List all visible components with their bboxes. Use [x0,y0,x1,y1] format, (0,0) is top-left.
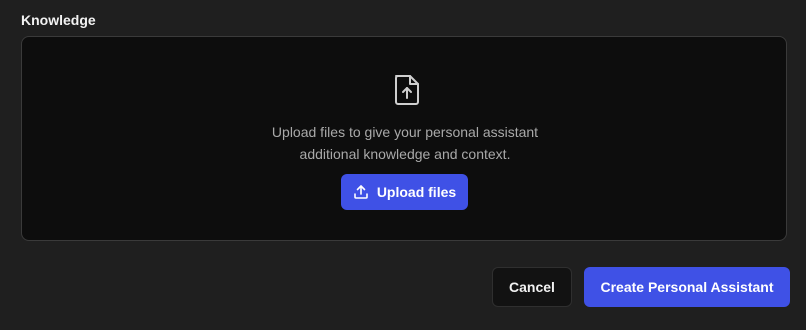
file-upload-icon [395,75,419,105]
hint-line-1: Upload files to give your personal assis… [271,124,539,140]
upload-files-button[interactable]: Upload files [341,174,468,210]
upload-icon [353,184,369,200]
create-personal-assistant-button[interactable]: Create Personal Assistant [584,267,790,307]
hint-line-2: additional knowledge and context. [299,146,511,162]
cancel-button[interactable]: Cancel [492,267,572,307]
section-title: Knowledge [21,12,96,28]
upload-files-label: Upload files [376,184,457,200]
file-dropzone[interactable]: Upload files to give your personal assis… [21,36,787,241]
upload-hint: Upload files to give your personal assis… [22,121,788,165]
